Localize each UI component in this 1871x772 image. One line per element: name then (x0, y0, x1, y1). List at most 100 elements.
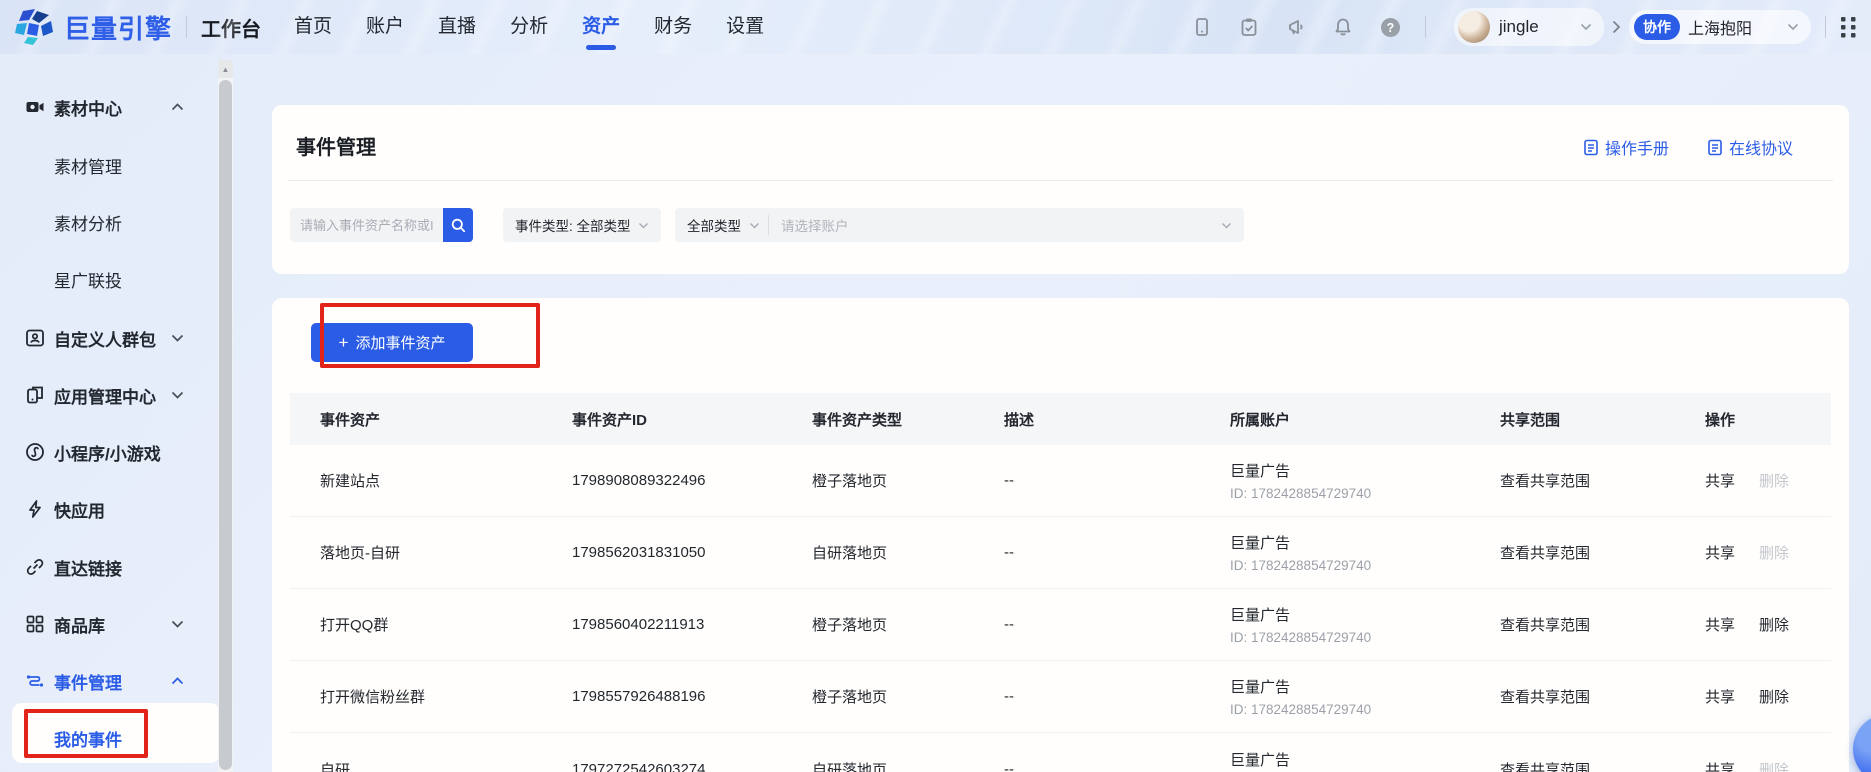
header-card: 事件管理 操作手册 在线协议 (272, 105, 1849, 274)
cell-account: 巨量广告 ID: 1782428854729740 (1230, 532, 1500, 573)
user-menu[interactable]: jingle (1454, 8, 1604, 46)
grid-icon (25, 614, 45, 634)
apps-grid-icon[interactable] (1840, 16, 1857, 39)
manual-link[interactable]: 操作手册 (1583, 135, 1669, 159)
sidebar-item-event-management[interactable]: 事件管理 (0, 661, 218, 701)
add-event-asset-button[interactable]: + 添加事件资产 (311, 323, 473, 362)
workspace-link[interactable]: 工作台 (201, 13, 261, 42)
sidebar-item-app-management[interactable]: 应用管理中心 (0, 375, 218, 415)
plus-icon: + (339, 333, 349, 353)
agreement-link[interactable]: 在线协议 (1707, 135, 1793, 159)
logo[interactable]: 巨量引擎 (15, 9, 172, 46)
clipboard-check-icon[interactable] (1239, 17, 1259, 37)
share-action[interactable]: 共享 (1705, 759, 1735, 772)
nav-settings[interactable]: 设置 (709, 0, 781, 54)
sidebar-item-material-management[interactable]: 素材管理 (0, 145, 218, 185)
event-type-filter-value: 事件类型: 全部类型 (515, 215, 631, 235)
cell-description: -- (1004, 761, 1230, 772)
view-share-scope-link[interactable]: 查看共享范围 (1500, 470, 1705, 491)
view-share-scope-link[interactable]: 查看共享范围 (1500, 759, 1705, 772)
sidebar-item-material-analysis[interactable]: 素材分析 (0, 202, 218, 242)
account-filter[interactable]: 全部类型 请选择账户 (675, 208, 1244, 242)
sidebar-item-product-library[interactable]: 商品库 (0, 604, 218, 644)
sidebar-item-my-events[interactable]: 我的事件 (0, 718, 218, 758)
nav-analysis[interactable]: 分析 (493, 0, 565, 54)
sidebar-item-direct-link[interactable]: 直达链接 (0, 547, 218, 587)
mobile-icon[interactable] (1192, 17, 1212, 37)
account-name: 巨量广告 (1230, 460, 1500, 481)
cell-actions: 共享 删除 (1705, 686, 1831, 707)
main-nav: 首页 账户 直播 分析 资产 财务 设置 (277, 0, 781, 54)
account-id: ID: 1782428854729740 (1230, 558, 1500, 573)
megaphone-icon[interactable] (1286, 17, 1306, 37)
cell-actions: 共享 删除 (1705, 614, 1831, 635)
delete-action[interactable]: 删除 (1759, 614, 1789, 635)
sidebar-item-custom-audience[interactable]: 自定义人群包 (0, 318, 218, 358)
cell-account: 巨量广告 ID: 1782428854729740 (1230, 749, 1500, 772)
nav-finance[interactable]: 财务 (637, 0, 709, 54)
page-title: 事件管理 (296, 131, 376, 160)
sidebar-scrollbar[interactable]: ▲ (218, 60, 233, 772)
share-action[interactable]: 共享 (1705, 686, 1735, 707)
bell-icon[interactable] (1333, 17, 1353, 37)
app-center-icon (25, 385, 45, 405)
table-row: 新建站点 1798908089322496 橙子落地页 -- 巨量广告 ID: … (290, 445, 1831, 517)
scrollbar-thumb[interactable] (219, 80, 232, 770)
user-name: jingle (1499, 17, 1580, 37)
account-id: ID: 1782428854729740 (1230, 702, 1500, 717)
event-type-filter[interactable]: 事件类型: 全部类型 (503, 208, 661, 242)
delete-action: 删除 (1759, 759, 1789, 772)
sidebar: 素材中心 素材管理 素材分析 星广联投 自定义人群包 应用管理中心 (0, 54, 236, 772)
chevron-down-icon (638, 222, 649, 229)
cell-description: -- (1004, 544, 1230, 561)
chevron-right-icon[interactable] (1612, 20, 1621, 34)
cell-description: -- (1004, 688, 1230, 705)
view-share-scope-link[interactable]: 查看共享范围 (1500, 614, 1705, 635)
org-selector[interactable]: 协作 上海抱阳 (1629, 10, 1811, 44)
table-row: 落地页-自研 1798562031831050 自研落地页 -- 巨量广告 ID… (290, 517, 1831, 589)
cell-account: 巨量广告 ID: 1782428854729740 (1230, 604, 1500, 645)
sidebar-item-label: 事件管理 (54, 669, 122, 694)
search-button[interactable] (443, 208, 473, 242)
nav-account[interactable]: 账户 (349, 0, 421, 54)
logo-text: 巨量引擎 (64, 9, 172, 46)
table-row: 自研 1797272542603274 自研落地页 -- 巨量广告 ID: 17… (290, 733, 1831, 772)
account-type-select[interactable]: 全部类型 (675, 215, 768, 235)
table-row: 打开QQ群 1798560402211913 橙子落地页 -- 巨量广告 ID:… (290, 589, 1831, 661)
sidebar-item-label: 自定义人群包 (54, 326, 156, 351)
account-name: 巨量广告 (1230, 532, 1500, 553)
account-select-placeholder: 请选择账户 (769, 215, 1221, 235)
sidebar-item-material-center[interactable]: 素材中心 (0, 87, 218, 127)
event-asset-table: 事件资产 事件资产ID 事件资产类型 描述 所属账户 共享范围 操作 新建站点 … (290, 393, 1831, 772)
topbar-divider (1425, 16, 1426, 38)
video-camera-icon (25, 97, 45, 117)
document-icon (1707, 139, 1723, 156)
table-header-row: 事件资产 事件资产ID 事件资产类型 描述 所属账户 共享范围 操作 (290, 393, 1831, 445)
cell-actions: 共享 删除 (1705, 759, 1831, 772)
view-share-scope-link[interactable]: 查看共享范围 (1500, 686, 1705, 707)
mini-program-icon (25, 442, 45, 462)
manual-link-label: 操作手册 (1605, 135, 1669, 159)
sidebar-item-miniprogram[interactable]: 小程序/小游戏 (0, 432, 218, 472)
scrollbar-up-arrow[interactable]: ▲ (218, 60, 233, 78)
nav-home[interactable]: 首页 (277, 0, 349, 54)
cell-asset-type: 自研落地页 (812, 542, 1004, 563)
view-share-scope-link[interactable]: 查看共享范围 (1500, 542, 1705, 563)
sidebar-item-quickapp[interactable]: 快应用 (0, 489, 218, 529)
svg-text:?: ? (1387, 21, 1395, 35)
share-action[interactable]: 共享 (1705, 542, 1735, 563)
column-header: 所属账户 (1230, 409, 1500, 430)
cell-asset-id: 1798562031831050 (572, 544, 812, 561)
nav-assets[interactable]: 资产 (565, 0, 637, 54)
share-action[interactable]: 共享 (1705, 614, 1735, 635)
sidebar-item-xingguang[interactable]: 星广联投 (0, 259, 218, 299)
help-icon[interactable]: ? (1380, 17, 1401, 38)
org-badge: 协作 (1634, 14, 1680, 40)
sidebar-item-label: 直达链接 (54, 555, 122, 580)
delete-action: 删除 (1759, 542, 1789, 563)
share-action[interactable]: 共享 (1705, 470, 1735, 491)
search-input[interactable] (290, 208, 443, 242)
delete-action[interactable]: 删除 (1759, 686, 1789, 707)
divider (288, 180, 1833, 181)
nav-live[interactable]: 直播 (421, 0, 493, 54)
